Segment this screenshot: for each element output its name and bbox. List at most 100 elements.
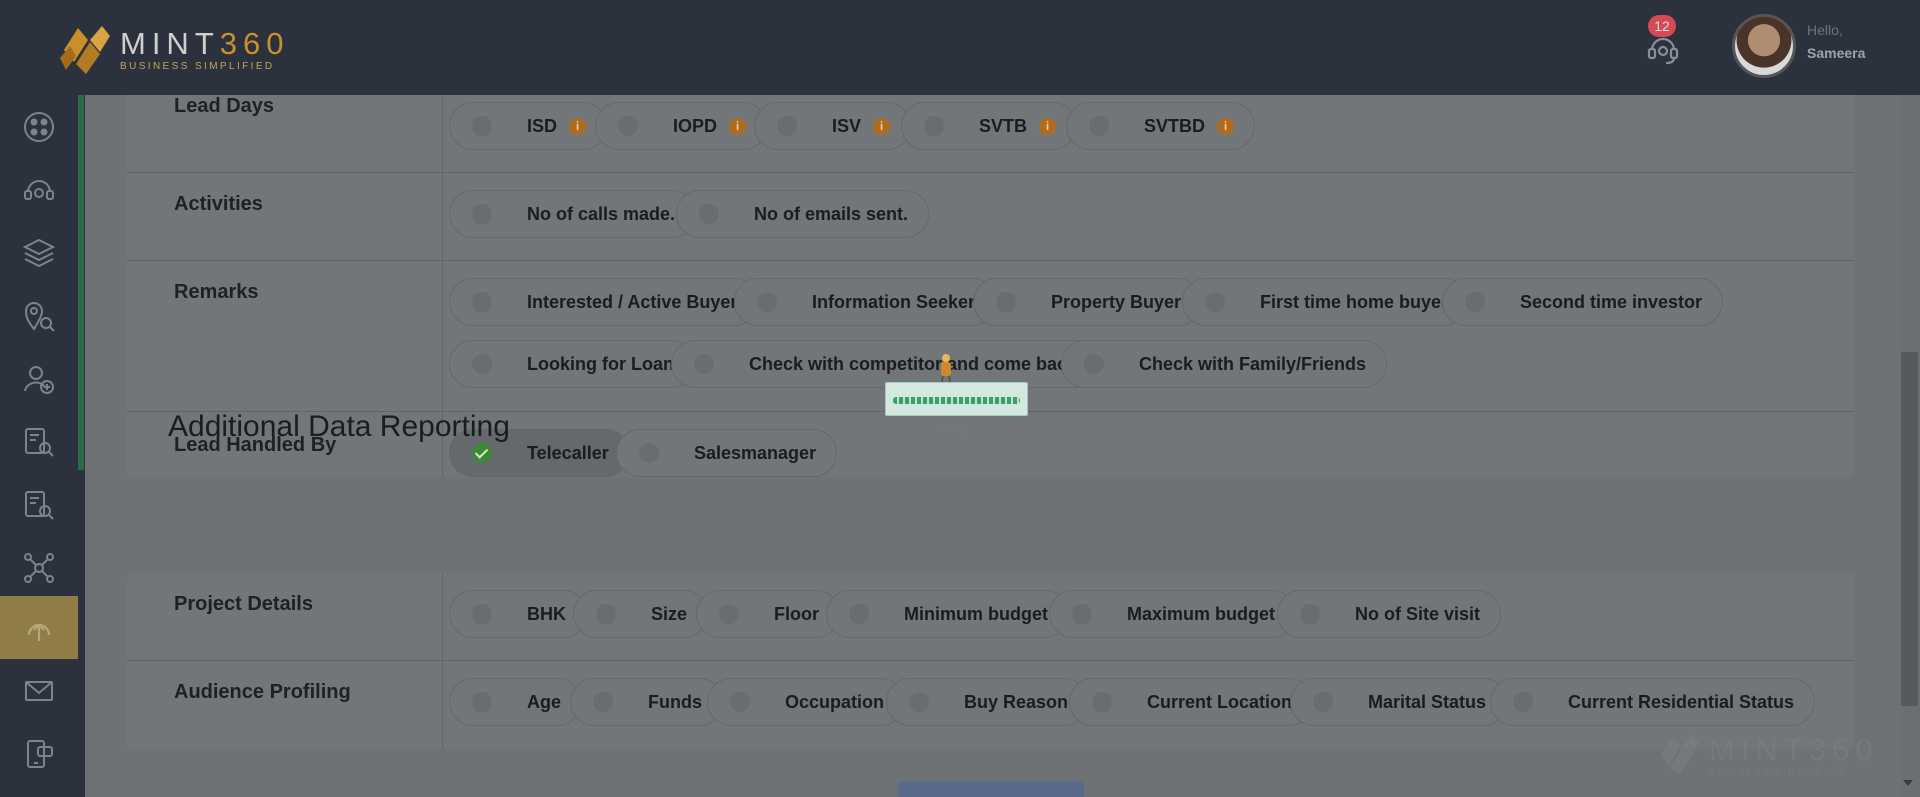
chip-bhk[interactable]: BHK [449, 590, 587, 638]
top-header: MINT360 BUSINESS SIMPLIFIED 12 Hello, Sa… [0, 0, 1920, 95]
scroll-down-icon[interactable] [1903, 780, 1913, 786]
brand-logo[interactable]: MINT360 BUSINESS SIMPLIFIED [58, 24, 290, 76]
radio-icon [909, 692, 929, 712]
add-user-icon [24, 365, 54, 394]
row-label: Lead Days [174, 95, 275, 117]
user-name[interactable]: Sameera [1807, 45, 1865, 61]
chip-svtb[interactable]: SVTB i [901, 102, 1078, 150]
radio-icon [1205, 292, 1225, 312]
nav-location-search[interactable] [0, 284, 78, 347]
radio-icon [1513, 692, 1533, 712]
info-icon[interactable]: i [1217, 117, 1235, 135]
nav-add-user[interactable] [0, 347, 78, 410]
logo-tagline: BUSINESS SIMPLIFIED [120, 60, 275, 72]
chip-floor[interactable]: Floor [696, 590, 840, 638]
nav-mail[interactable] [0, 659, 78, 722]
chip-maximum-budget[interactable]: Maximum budget [1049, 590, 1297, 638]
radio-icon [1300, 604, 1320, 624]
chip-current-location[interactable]: Current Location [1069, 678, 1314, 726]
info-icon[interactable]: i [1039, 117, 1057, 135]
radio-icon [694, 354, 714, 374]
radio-icon [472, 604, 492, 624]
chip-occupation[interactable]: Occupation [707, 678, 906, 726]
radio-icon [472, 204, 492, 224]
chip-size[interactable]: Size [573, 590, 709, 638]
sms-phone-icon [27, 739, 53, 768]
radio-icon [719, 604, 739, 624]
row-activities: Activities No of calls made. No of email… [127, 173, 1854, 261]
report-search-icon-2 [25, 490, 54, 520]
row-lead-days: Lead Days ISD i IOPD i ISV i SVTB i SVTBD i [127, 85, 1854, 173]
watermark-logo: MINT360 BUSINESS SIMPLIFIED [1655, 732, 1878, 778]
radio-icon [472, 692, 492, 712]
radio-icon [699, 204, 719, 224]
info-icon[interactable]: i [873, 117, 891, 135]
loading-text: Loading [937, 424, 966, 433]
submit-button[interactable] [898, 781, 1084, 797]
info-icon[interactable]: i [569, 117, 587, 135]
chip-property-buyer[interactable]: Property Buyer [973, 278, 1203, 326]
upload-icon [27, 622, 51, 641]
chip-emails-sent[interactable]: No of emails sent. [676, 190, 930, 238]
row-label: Audience Profiling [174, 681, 351, 703]
radio-icon [472, 116, 492, 136]
report-search-icon [25, 427, 54, 457]
chip-minimum-budget[interactable]: Minimum budget [826, 590, 1069, 638]
info-icon[interactable]: i [729, 117, 747, 135]
row-project-details: Project Details BHK Size Floor Minimum b… [127, 573, 1854, 661]
nav-report-search[interactable] [0, 410, 78, 473]
nav-dashboard[interactable] [0, 95, 78, 158]
chip-information-seeker[interactable]: Information Seeker [734, 278, 997, 326]
radio-icon [639, 443, 659, 463]
radio-icon [730, 692, 750, 712]
chip-funds[interactable]: Funds [570, 678, 723, 726]
radio-icon [1089, 116, 1109, 136]
location-search-icon [24, 301, 55, 332]
row-label: Remarks [174, 281, 259, 303]
chip-current-residential-status[interactable]: Current Residential Status [1490, 678, 1816, 726]
radio-icon [1313, 692, 1333, 712]
notification-badge[interactable]: 12 [1648, 15, 1676, 37]
chip-isv[interactable]: ISV i [754, 102, 912, 150]
section-title-additional: Additional Data Reporting [168, 410, 510, 443]
radio-icon [596, 604, 616, 624]
chip-check-family[interactable]: Check with Family/Friends [1061, 340, 1388, 388]
user-avatar[interactable] [1732, 14, 1796, 78]
nav-support[interactable] [0, 158, 78, 221]
radio-icon [757, 292, 777, 312]
sidebar-active-accent [78, 95, 84, 470]
row-audience-profiling: Audience Profiling Age Funds Occupation … [127, 661, 1854, 749]
chip-first-time-buyer[interactable]: First time home buyer [1182, 278, 1470, 326]
nav-sms[interactable] [0, 722, 78, 785]
row-label: Project Details [174, 593, 313, 615]
radio-icon [1084, 354, 1104, 374]
chip-salesmanager[interactable]: Salesmanager [616, 429, 838, 477]
chip-site-visits[interactable]: No of Site visit [1277, 590, 1502, 638]
radio-icon [924, 116, 944, 136]
nav-network[interactable] [0, 536, 78, 599]
scrollbar-thumb[interactable] [1901, 352, 1918, 706]
chip-iopd[interactable]: IOPD i [595, 102, 768, 150]
support-icon [24, 179, 54, 200]
logo-mark-icon [58, 24, 112, 76]
radio-icon [777, 116, 797, 136]
radio-icon [593, 692, 613, 712]
chip-calls-made[interactable]: No of calls made. [449, 190, 697, 238]
chip-second-time-investor[interactable]: Second time investor [1442, 278, 1724, 326]
chip-interested-buyer[interactable]: Interested / Active Buyer [449, 278, 759, 326]
chip-looking-for-loan[interactable]: Looking for Loan [449, 340, 695, 388]
main-content: Lead Days ISD i IOPD i ISV i SVTB i SVTBD i A… [85, 85, 1920, 797]
chip-buy-reason[interactable]: Buy Reason [886, 678, 1090, 726]
app-window: MINT360 BUSINESS SIMPLIFIED 12 Hello, Sa… [0, 0, 1920, 797]
nav-layers[interactable] [0, 221, 78, 284]
chip-marital-status[interactable]: Marital Status [1290, 678, 1508, 726]
nav-report-search-2[interactable] [0, 473, 78, 536]
chip-age[interactable]: Age [449, 678, 583, 726]
nav-upload[interactable] [0, 596, 78, 659]
chip-svtbd[interactable]: SVTBD i [1066, 102, 1256, 150]
chip-check-competitor[interactable]: Check with competitor and come back [671, 340, 1099, 388]
chip-isd[interactable]: ISD i [449, 102, 608, 150]
check-icon [472, 443, 492, 463]
radio-icon [1072, 604, 1092, 624]
loading-progress-bar [893, 397, 1020, 404]
